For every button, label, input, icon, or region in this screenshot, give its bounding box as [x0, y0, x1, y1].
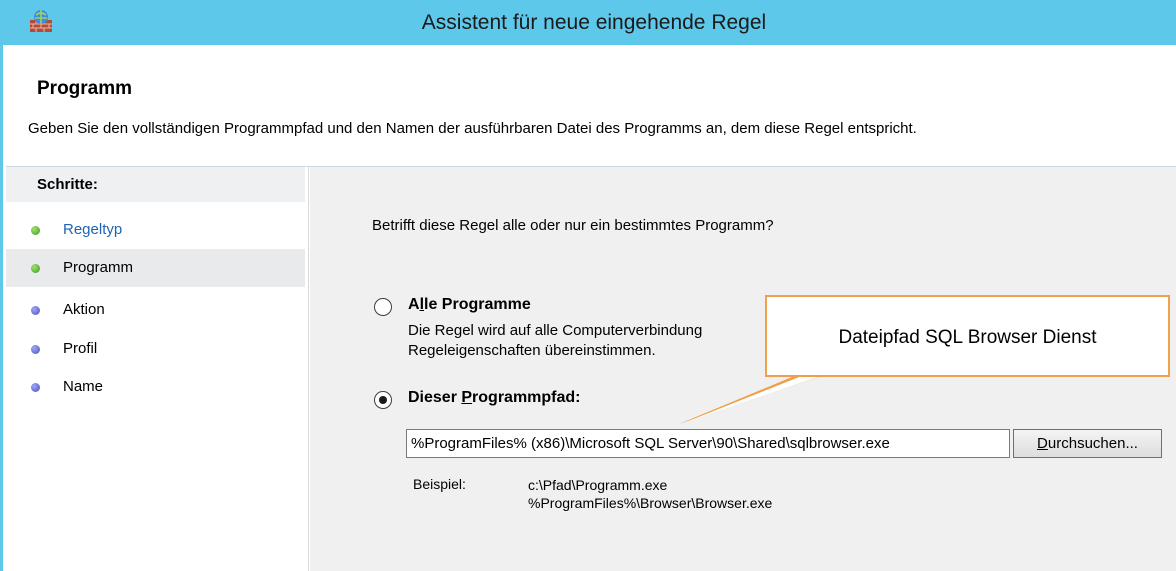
steps-title: Schritte:: [6, 167, 305, 202]
step-pending-icon: [31, 306, 40, 315]
mnemonic-char: D: [1037, 435, 1048, 452]
example-line: c:\Pfad\Programm.exe: [528, 477, 668, 493]
mnemonic-char: P: [461, 389, 473, 406]
label-text: rogrammpfad:: [472, 389, 581, 406]
browse-button[interactable]: Durchsuchen...: [1013, 429, 1162, 458]
step-pending-icon: [31, 345, 40, 354]
option-all-programs-desc-line1: Die Regel wird auf alle Computerverbindu…: [408, 322, 703, 339]
step-complete-icon: [31, 264, 40, 273]
button-label: urchsuchen...: [1047, 435, 1138, 452]
step-label: Name: [63, 378, 104, 395]
step-aktion[interactable]: Aktion: [6, 291, 305, 329]
step-label: Profil: [63, 340, 98, 357]
step-label: Aktion: [63, 301, 105, 318]
page-header: Programm Geben Sie den vollständigen Pro…: [6, 45, 1176, 167]
example-label: Beispiel:: [413, 476, 466, 492]
page-description: Geben Sie den vollständigen Programmpfad…: [28, 120, 917, 137]
step-complete-icon: [31, 226, 40, 235]
label-text: Dieser: [408, 389, 462, 406]
step-label: Regeltyp: [63, 221, 123, 238]
label-text: le Programme: [424, 296, 531, 313]
wizard-window: Assistent für neue eingehende Regel Prog…: [0, 0, 1176, 571]
step-name[interactable]: Name: [6, 368, 305, 406]
radio-program-path[interactable]: [374, 391, 392, 409]
step-programm[interactable]: Programm: [6, 249, 305, 287]
title-bar[interactable]: Assistent für neue eingehende Regel: [3, 0, 1176, 45]
step-profil[interactable]: Profil: [6, 330, 305, 368]
option-all-programs-desc-line2: Regeleigenschaften übereinstimmen.: [408, 342, 656, 359]
annotation-callout: Dateipfad SQL Browser Dienst: [765, 295, 1170, 377]
example-values: c:\Pfad\Programm.exe %ProgramFiles%\Brow…: [528, 476, 772, 512]
window-title: Assistent für neue eingehende Regel: [421, 11, 767, 34]
scope-question: Betrifft diese Regel alle oder nur ein b…: [372, 217, 774, 234]
option-all-programs-label[interactable]: Alle Programme: [408, 296, 531, 314]
program-path-input[interactable]: %ProgramFiles% (x86)\Microsoft SQL Serve…: [406, 429, 1010, 458]
step-label: Programm: [63, 259, 134, 276]
page-title: Programm: [37, 78, 133, 99]
radio-all-programs[interactable]: [374, 298, 392, 316]
option-program-path-label[interactable]: Dieser Programmpfad:: [408, 389, 581, 407]
step-pending-icon: [31, 383, 40, 392]
step-regeltyp[interactable]: Regeltyp: [6, 211, 305, 249]
label-text: A: [408, 296, 420, 313]
steps-panel: Schritte: Regeltyp Programm Aktion Profi…: [6, 167, 309, 571]
example-line: %ProgramFiles%\Browser\Browser.exe: [528, 495, 773, 511]
